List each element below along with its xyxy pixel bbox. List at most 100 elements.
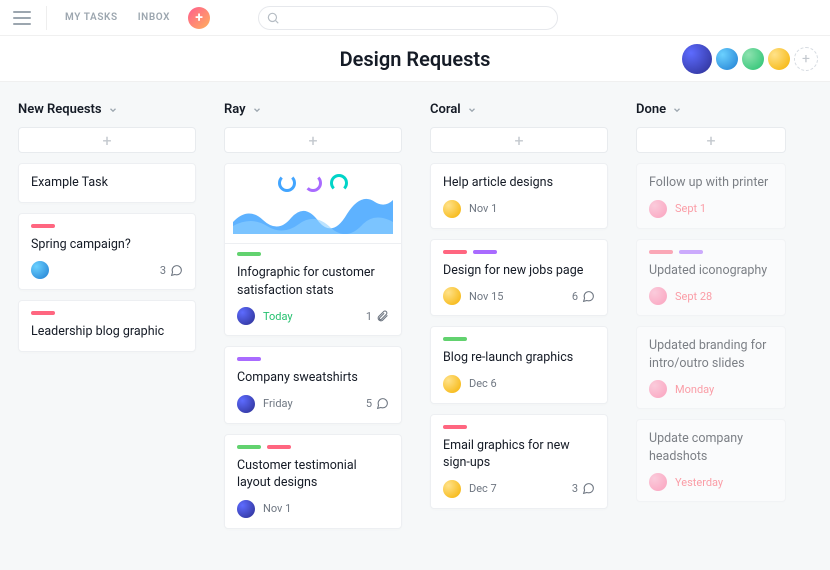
- task-title: Design for new jobs page: [443, 262, 595, 280]
- column-ray: Ray + Infographic for customer satisfact…: [224, 102, 402, 550]
- assignee-avatar[interactable]: [31, 261, 49, 279]
- chevron-down-icon: [252, 105, 262, 115]
- comment-icon: [376, 397, 389, 410]
- due-date: Today: [263, 310, 293, 323]
- menu-icon[interactable]: [10, 6, 34, 30]
- tag-pink: [267, 445, 291, 449]
- comment-icon: [582, 482, 595, 495]
- task-card[interactable]: Leadership blog graphic: [18, 300, 196, 352]
- tag-purple: [679, 250, 703, 254]
- assignee-avatar[interactable]: [649, 380, 667, 398]
- page-title: Design Requests: [340, 47, 491, 71]
- task-card[interactable]: Updated iconographySept 28: [636, 239, 786, 317]
- task-meta: Monday: [649, 380, 773, 398]
- task-title: Email graphics for new sign-ups: [443, 437, 595, 472]
- task-card[interactable]: Spring campaign? 3: [18, 213, 196, 291]
- tag-row: [31, 311, 183, 315]
- task-card[interactable]: Blog re-launch graphicsDec 6: [430, 326, 608, 404]
- add-card-button[interactable]: +: [636, 127, 786, 153]
- task-meta: Friday5: [237, 395, 389, 413]
- search-wrapper: [258, 6, 558, 30]
- task-card[interactable]: Design for new jobs page Nov 15 6: [430, 239, 608, 317]
- tag-green: [443, 337, 467, 341]
- badge: 6: [572, 290, 595, 303]
- search-icon: [266, 11, 280, 25]
- attachment-icon: [376, 310, 389, 323]
- task-card[interactable]: Help article designs Nov 1: [430, 163, 608, 229]
- assignee-avatar[interactable]: [237, 500, 255, 518]
- search-input[interactable]: [258, 6, 558, 30]
- assignee-avatar[interactable]: [443, 200, 461, 218]
- nav-my-tasks[interactable]: MY TASKS: [59, 8, 124, 27]
- task-title: Infographic for customer satisfaction st…: [237, 264, 389, 299]
- task-title: Update company headshots: [649, 430, 773, 465]
- nav-inbox[interactable]: INBOX: [132, 8, 176, 27]
- column-title: Done: [636, 102, 666, 117]
- add-card-button[interactable]: +: [224, 127, 402, 153]
- tag-row: [649, 250, 773, 254]
- assignee-avatar[interactable]: [237, 395, 255, 413]
- board: New Requests + Example Task Spring campai…: [0, 82, 830, 570]
- task-title: Customer testimonial layout designs: [237, 457, 389, 492]
- add-member-button[interactable]: +: [794, 47, 818, 71]
- assignee-avatar[interactable]: [237, 307, 255, 325]
- task-meta: Dec 73: [443, 480, 595, 498]
- tag-row: [31, 224, 183, 228]
- task-title: Follow up with printer: [649, 174, 773, 192]
- chevron-down-icon: [108, 105, 118, 115]
- column-title: New Requests: [18, 102, 102, 117]
- column-header[interactable]: New Requests: [18, 102, 196, 117]
- task-card[interactable]: Company sweatshirts Friday5: [224, 346, 402, 424]
- assignee-avatar[interactable]: [649, 200, 667, 218]
- task-card[interactable]: Infographic for customer satisfaction st…: [224, 163, 402, 336]
- add-button[interactable]: +: [188, 7, 210, 29]
- tag-pink: [443, 425, 467, 429]
- task-title: Leadership blog graphic: [31, 323, 183, 341]
- task-meta: 3: [31, 261, 183, 279]
- task-title: Spring campaign?: [31, 236, 183, 254]
- column-header[interactable]: Done: [636, 102, 786, 117]
- assignee-avatar[interactable]: [443, 375, 461, 393]
- task-card[interactable]: Example Task: [18, 163, 196, 203]
- due-date: Sept 1: [675, 202, 706, 215]
- task-meta: Yesterday: [649, 473, 773, 491]
- assignee-avatar[interactable]: [649, 473, 667, 491]
- avatar[interactable]: [682, 44, 712, 74]
- assignee-avatar[interactable]: [649, 287, 667, 305]
- task-card[interactable]: Update company headshots Yesterday: [636, 419, 786, 502]
- avatar[interactable]: [716, 48, 738, 70]
- task-card[interactable]: Customer testimonial layout designs Nov 1: [224, 434, 402, 529]
- tag-green: [237, 445, 261, 449]
- task-title: Updated branding for intro/outro slides: [649, 337, 773, 372]
- column-coral: Coral + Help article designs Nov 1 Design …: [430, 102, 608, 550]
- due-date: Nov 1: [469, 202, 497, 215]
- column-header[interactable]: Ray: [224, 102, 402, 117]
- task-card[interactable]: Email graphics for new sign-ups Dec 73: [430, 414, 608, 509]
- topbar: MY TASKS INBOX +: [0, 0, 830, 36]
- avatar[interactable]: [768, 48, 790, 70]
- due-date: Dec 7: [469, 482, 497, 495]
- task-title: Company sweatshirts: [237, 369, 389, 387]
- add-card-button[interactable]: +: [18, 127, 196, 153]
- due-date: Friday: [263, 397, 293, 410]
- tag-row: [443, 425, 595, 429]
- task-meta: Sept 28: [649, 287, 773, 305]
- task-title: Help article designs: [443, 174, 595, 192]
- due-date: Nov 1: [263, 502, 291, 515]
- task-card[interactable]: Follow up with printer Sept 1: [636, 163, 786, 229]
- task-meta: Today1: [237, 307, 389, 325]
- project-header: Design Requests +: [0, 36, 830, 82]
- column-header[interactable]: Coral: [430, 102, 608, 117]
- assignee-avatar[interactable]: [443, 480, 461, 498]
- column-title: Coral: [430, 102, 461, 117]
- add-card-button[interactable]: +: [430, 127, 608, 153]
- tag-row: [443, 337, 595, 341]
- due-date: Nov 15: [469, 290, 503, 303]
- task-title: Example Task: [31, 174, 183, 192]
- avatar[interactable]: [742, 48, 764, 70]
- assignee-avatar[interactable]: [443, 287, 461, 305]
- tag-row: [237, 445, 389, 449]
- badge: 3: [160, 264, 183, 277]
- tag-purple: [473, 250, 497, 254]
- task-card[interactable]: Updated branding for intro/outro slides M…: [636, 326, 786, 409]
